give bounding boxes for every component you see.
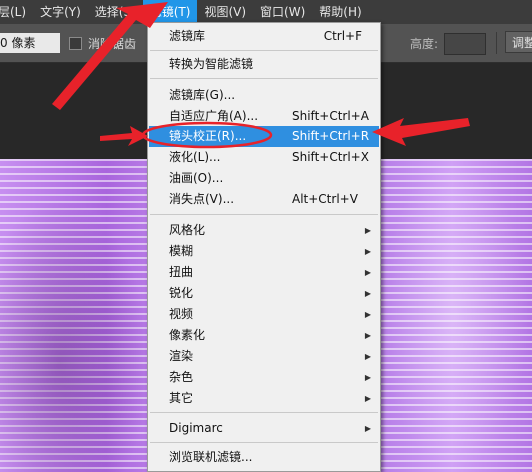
canvas-highlight <box>380 159 530 472</box>
menu-item-blur[interactable]: 模糊 ▶ <box>149 241 379 262</box>
menu-item-label: 自适应广角(A)... <box>169 109 259 123</box>
menu-item-oil-paint[interactable]: 油画(O)... <box>149 168 379 189</box>
menu-item-sharpen[interactable]: 锐化 ▶ <box>149 283 379 304</box>
menu-item-label: 像素化 <box>169 328 206 342</box>
menu-type[interactable]: 文字(Y) <box>33 0 88 24</box>
filter-dropdown-menu: 滤镜库 Ctrl+F 转换为智能滤镜 滤镜库(G)... 自适应广角(A)...… <box>147 22 381 472</box>
menu-item-label: 视频 <box>169 307 194 321</box>
menu-window[interactable]: 窗口(W) <box>253 0 312 24</box>
menu-filter[interactable]: 滤镜(T) <box>142 0 198 24</box>
menu-item-label: 风格化 <box>169 223 206 237</box>
menu-item-label: 滤镜库 <box>169 29 206 43</box>
menu-item-convert-smart-filter[interactable]: 转换为智能滤镜 <box>149 54 379 75</box>
menu-item-label: 转换为智能滤镜 <box>169 57 254 71</box>
menu-separator <box>150 214 378 215</box>
menu-item-digimarc[interactable]: Digimarc ▶ <box>149 418 379 439</box>
menu-item-label: 锐化 <box>169 286 194 300</box>
menu-separator <box>150 50 378 51</box>
menu-item-shortcut: Shift+Ctrl+X <box>292 150 369 164</box>
menu-item-lens-correction[interactable]: 镜头校正(R)... Shift+Ctrl+R <box>149 126 379 147</box>
menu-help[interactable]: 帮助(H) <box>312 0 368 24</box>
menu-view[interactable]: 视图(V) <box>197 0 253 24</box>
submenu-arrow-icon: ▶ <box>364 226 371 235</box>
height-label: 高度: <box>410 37 439 51</box>
menu-separator <box>150 78 378 79</box>
menu-item-label: 油画(O)... <box>169 171 224 185</box>
menu-item-label: 扭曲 <box>169 265 194 279</box>
menu-item-video[interactable]: 视频 ▶ <box>149 304 379 325</box>
adjust-button[interactable]: 调整 <box>505 31 532 53</box>
menu-item-liquify[interactable]: 液化(L)... Shift+Ctrl+X <box>149 147 379 168</box>
menu-separator <box>150 412 378 413</box>
menu-item-pixelate[interactable]: 像素化 ▶ <box>149 325 379 346</box>
height-input[interactable] <box>444 33 486 55</box>
submenu-arrow-icon: ▶ <box>364 424 371 433</box>
menu-item-label: 浏览联机滤镜... <box>169 450 253 464</box>
menu-item-label: Digimarc <box>169 421 223 435</box>
canvas-shadow <box>0 199 150 472</box>
feather-input[interactable]: 0 像素 <box>0 33 60 53</box>
submenu-arrow-icon: ▶ <box>364 289 371 298</box>
menu-item-label: 镜头校正(R)... <box>169 129 247 143</box>
submenu-arrow-icon: ▶ <box>364 352 371 361</box>
menu-item-label: 渲染 <box>169 349 194 363</box>
menu-item-shortcut: Shift+Ctrl+A <box>292 109 369 123</box>
submenu-arrow-icon: ▶ <box>364 310 371 319</box>
menu-item-render[interactable]: 渲染 ▶ <box>149 346 379 367</box>
submenu-arrow-icon: ▶ <box>364 331 371 340</box>
antialias-label: 消除锯齿 <box>88 37 137 51</box>
menu-item-noise[interactable]: 杂色 ▶ <box>149 367 379 388</box>
submenu-arrow-icon: ▶ <box>364 394 371 403</box>
menu-item-shortcut: Ctrl+F <box>323 29 362 43</box>
menu-item-adaptive-wide-angle[interactable]: 自适应广角(A)... Shift+Ctrl+A <box>149 106 379 127</box>
menu-item-stylize[interactable]: 风格化 ▶ <box>149 220 379 241</box>
menu-item-label: 滤镜库(G)... <box>169 88 236 102</box>
menu-item-label: 消失点(V)... <box>169 192 235 206</box>
options-divider <box>496 32 497 54</box>
menu-separator <box>150 442 378 443</box>
menu-select[interactable]: 选择(S) <box>88 0 143 24</box>
submenu-arrow-icon: ▶ <box>364 247 371 256</box>
menu-item-vanishing-point[interactable]: 消失点(V)... Alt+Ctrl+V <box>149 189 379 210</box>
submenu-arrow-icon: ▶ <box>364 373 371 382</box>
menu-item-label: 液化(L)... <box>169 150 221 164</box>
menu-item-filter-gallery[interactable]: 滤镜库(G)... <box>149 85 379 106</box>
menu-item-label: 模糊 <box>169 244 194 258</box>
menu-item-browse-online-filters[interactable]: 浏览联机滤镜... <box>149 447 379 468</box>
menu-bar: 层(L) 文字(Y) 选择(S) 滤镜(T) 视图(V) 窗口(W) 帮助(H) <box>0 0 532 24</box>
menu-item-label: 杂色 <box>169 370 194 384</box>
antialias-checkbox[interactable] <box>69 37 82 50</box>
menu-item-shortcut: Shift+Ctrl+R <box>292 129 370 143</box>
menu-item-distort[interactable]: 扭曲 ▶ <box>149 262 379 283</box>
menu-item-filter-gallery-last[interactable]: 滤镜库 Ctrl+F <box>149 26 379 47</box>
menu-item-label: 其它 <box>169 391 194 405</box>
menu-item-shortcut: Alt+Ctrl+V <box>292 192 358 206</box>
menu-layer[interactable]: 层(L) <box>0 0 33 24</box>
submenu-arrow-icon: ▶ <box>364 268 371 277</box>
menu-item-other[interactable]: 其它 ▶ <box>149 388 379 409</box>
